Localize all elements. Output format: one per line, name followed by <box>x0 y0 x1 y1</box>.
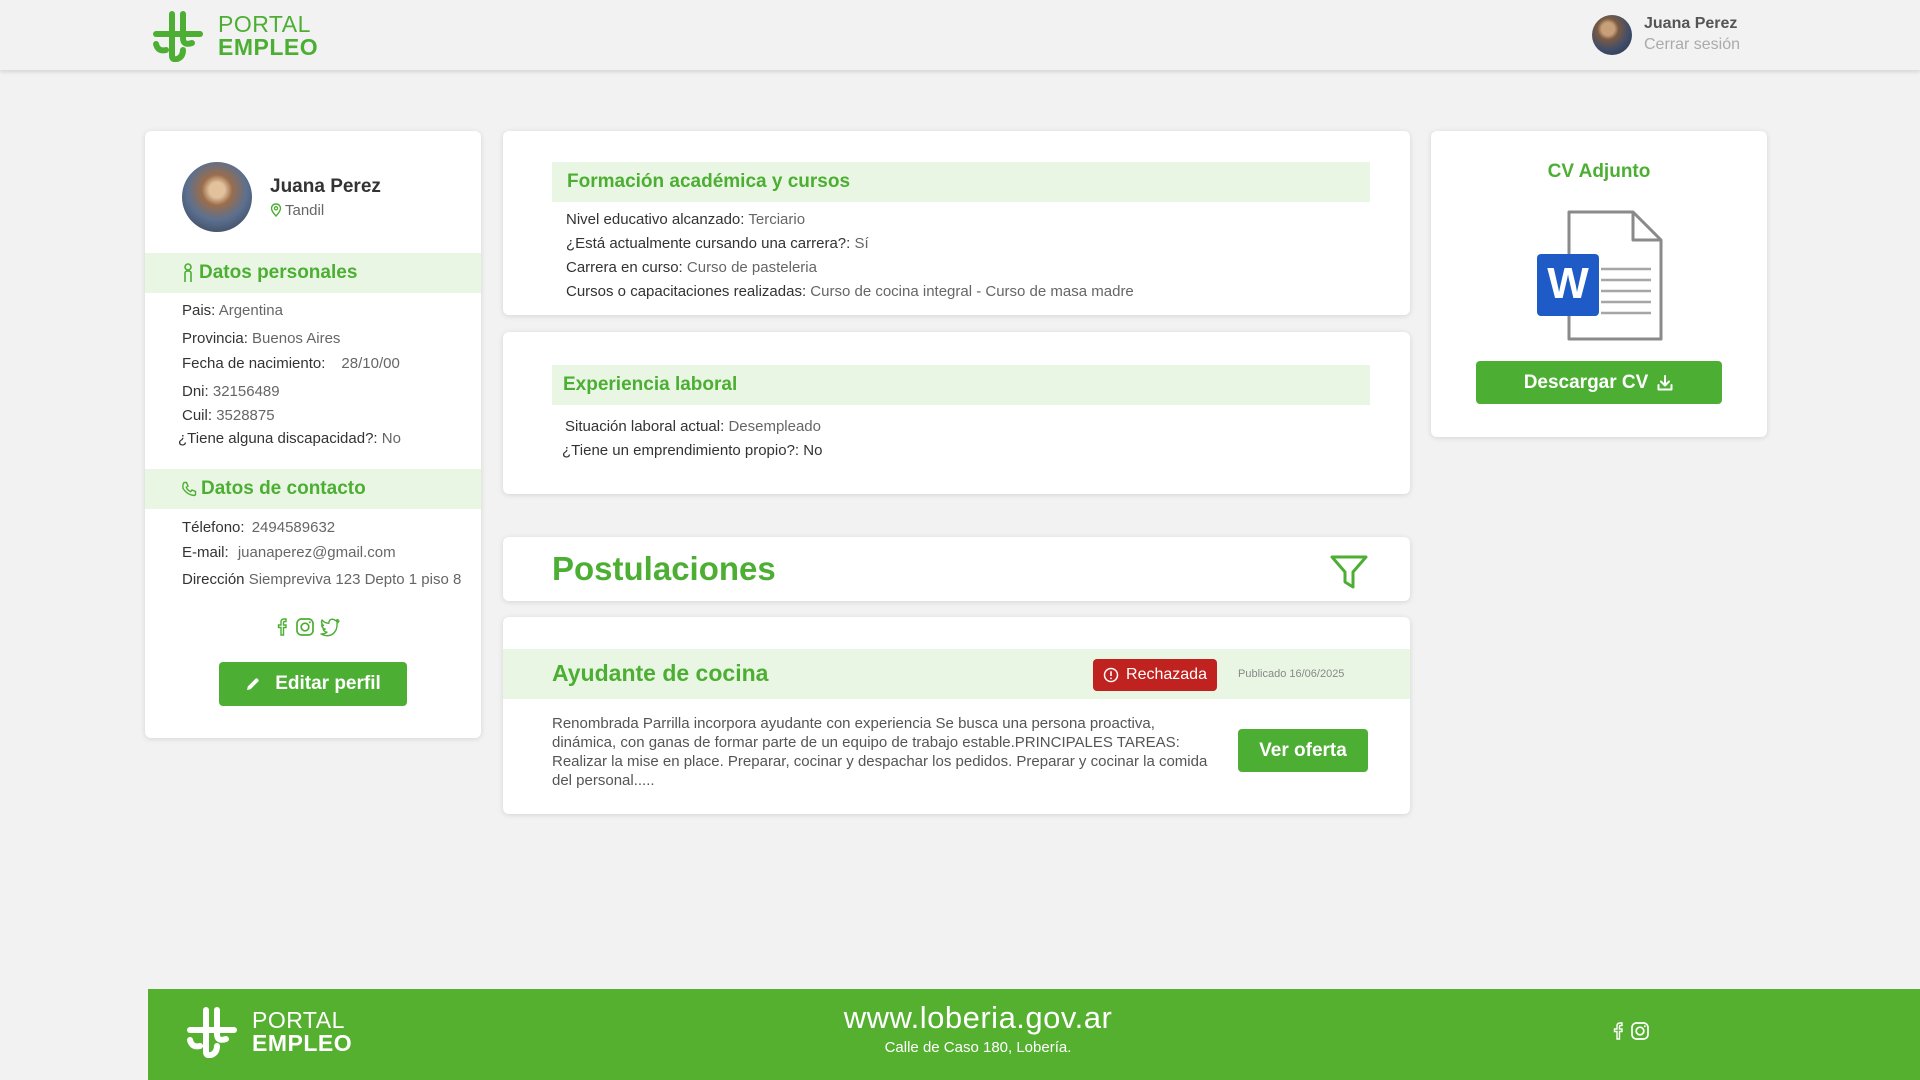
contact-address: Dirección Siempreviva 123 Depto 1 piso 8 <box>182 571 462 588</box>
personal-disability: ¿Tiene alguna discapacidad?: No <box>178 430 401 447</box>
user-avatar[interactable] <box>1592 14 1632 55</box>
footer-facebook-icon[interactable] <box>1609 1021 1627 1041</box>
contact-data-title: Datos de contacto <box>201 478 366 499</box>
job-title[interactable]: Ayudante de cocina <box>552 660 768 687</box>
profile-name: Juana Perez <box>270 175 381 197</box>
user-name: Juana Perez <box>1644 15 1738 32</box>
personal-data-title: Datos personales <box>199 262 358 283</box>
phone-icon <box>182 481 197 497</box>
top-header: PORTAL EMPLEO Juana Perez Cerrar sesión <box>0 0 1920 70</box>
job-description: Renombrada Parrilla incorpora ayudante c… <box>552 715 1208 789</box>
personal-country: Pais: Argentina <box>182 302 283 319</box>
application-item: Ayudante de cocina Rechazada Publicado 1… <box>503 617 1410 814</box>
experience-title: Experiencia laboral <box>563 374 738 395</box>
profile-social-links <box>273 617 341 637</box>
education-courses: Cursos o capacitaciones realizadas: Curs… <box>566 283 1134 300</box>
education-header: Formación académica y cursos <box>552 162 1370 202</box>
footer-social-links <box>1609 1021 1650 1041</box>
cv-card: CV Adjunto W Descargar CV <box>1431 131 1767 437</box>
portal-logo[interactable]: PORTAL EMPLEO <box>152 10 318 62</box>
education-card: Formación académica y cursos Nivel educa… <box>503 131 1410 315</box>
logo-text-empleo: EMPLEO <box>218 34 319 60</box>
footer-url-link[interactable]: www.loberia.gov.ar <box>828 1000 1128 1036</box>
application-header: Ayudante de cocina Rechazada Publicado 1… <box>503 649 1410 699</box>
download-icon <box>1657 374 1673 390</box>
personal-birthdate: Fecha de nacimiento: 28/10/00 <box>182 355 400 372</box>
footer-instagram-icon[interactable] <box>1630 1021 1650 1041</box>
word-letter: W <box>1547 259 1589 308</box>
status-badge: Rechazada <box>1093 659 1217 691</box>
footer-logo-icon <box>187 1007 237 1058</box>
contact-email: E-mail: juanaperez@gmail.com <box>182 544 396 561</box>
contact-data-header: Datos de contacto <box>145 469 481 509</box>
personal-cuil: Cuil: 3528875 <box>182 407 275 424</box>
alert-circle-icon <box>1103 667 1119 683</box>
education-level: Nivel educativo alcanzado: Terciario <box>566 211 806 228</box>
page-footer: PORTAL EMPLEO www.loberia.gov.ar Calle d… <box>148 989 1920 1080</box>
experience-status: Situación laboral actual: Desempleado <box>565 418 821 435</box>
education-career: Carrera en curso: Curso de pasteleria <box>566 259 817 276</box>
user-menu[interactable]: Juana Perez Cerrar sesión <box>1592 14 1740 56</box>
personal-dni: Dni: 32156489 <box>182 383 280 400</box>
profile-location: Tandil <box>285 201 325 219</box>
download-cv-label: Descargar CV <box>1523 371 1649 393</box>
location-pin-icon <box>270 203 282 217</box>
status-label: Rechazada <box>1126 666 1207 683</box>
word-document-icon[interactable]: W <box>1535 209 1663 343</box>
footer-logo-portal: PORTAL <box>252 1007 345 1033</box>
footer-logo[interactable]: PORTAL EMPLEO <box>186 1006 352 1058</box>
applications-header-card: Postulaciones <box>503 537 1410 601</box>
footer-logo-empleo: EMPLEO <box>252 1030 353 1056</box>
education-title: Formación académica y cursos <box>567 171 851 192</box>
edit-profile-label: Editar perfil <box>275 673 381 694</box>
education-current-career: ¿Está actualmente cursando una carrera?:… <box>566 235 869 252</box>
experience-card: Experiencia laboral Situación laboral ac… <box>503 332 1410 494</box>
published-date: Publicado 16/06/2025 <box>1238 668 1345 680</box>
pencil-icon <box>247 678 259 690</box>
applications-title: Postulaciones <box>552 550 776 587</box>
experience-business: ¿Tiene un emprendimiento propio?: No <box>562 442 823 459</box>
portal-logo-icon <box>153 11 203 62</box>
filter-icon[interactable] <box>1329 554 1369 590</box>
personal-data-header: Datos personales <box>145 253 481 293</box>
profile-card: Juana Perez Tandil Datos personales Pais… <box>145 131 481 738</box>
facebook-icon[interactable] <box>273 617 291 637</box>
view-offer-button[interactable]: Ver oferta <box>1238 729 1368 772</box>
twitter-icon[interactable] <box>319 617 341 637</box>
instagram-icon[interactable] <box>295 617 315 637</box>
contact-phone: Télefono: 2494589632 <box>182 519 336 536</box>
footer-address: Calle de Caso 180, Lobería. <box>884 1039 1072 1056</box>
cv-title: CV Adjunto <box>1547 161 1651 182</box>
experience-header: Experiencia laboral <box>552 365 1370 405</box>
logout-link[interactable]: Cerrar sesión <box>1644 35 1740 56</box>
profile-avatar <box>182 162 252 232</box>
download-cv-button[interactable]: Descargar CV <box>1476 361 1722 404</box>
edit-profile-button[interactable]: Editar perfil <box>219 662 407 706</box>
logo-text-portal: PORTAL <box>218 11 311 37</box>
personal-province: Provincia: Buenos Aires <box>182 330 341 347</box>
person-icon <box>184 263 192 282</box>
